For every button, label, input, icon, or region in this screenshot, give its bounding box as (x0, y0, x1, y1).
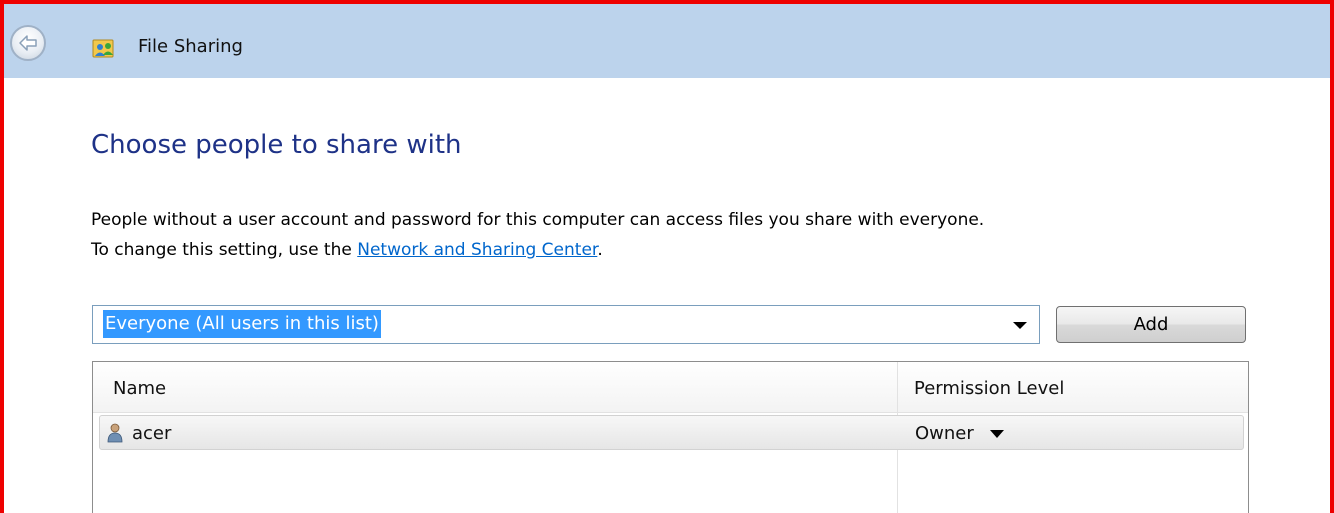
description-line-1: People without a user account and passwo… (91, 210, 985, 230)
people-sharing-icon (92, 37, 116, 59)
add-button[interactable]: Add (1056, 306, 1246, 343)
page-heading: Choose people to share with (91, 130, 462, 160)
column-header-permission-level[interactable]: Permission Level (914, 378, 1064, 399)
back-arrow-icon (19, 35, 37, 51)
title-bar: File Sharing (4, 4, 1330, 78)
share-list: Name Permission Level acer Owner (92, 361, 1249, 513)
window-title: File Sharing (138, 36, 243, 57)
description-line-2-suffix: . (597, 240, 603, 260)
user-select-value[interactable]: Everyone (All users in this list) (103, 310, 381, 338)
user-icon (107, 423, 123, 443)
description-line-2-prefix: To change this setting, use the (91, 240, 358, 260)
window-frame: File Sharing Choose people to share with… (0, 0, 1334, 513)
user-select-combobox[interactable]: Everyone (All users in this list) (92, 305, 1040, 344)
column-header-name[interactable]: Name (113, 378, 166, 399)
back-button[interactable] (10, 25, 46, 61)
permission-level-value[interactable]: Owner (915, 423, 974, 444)
network-sharing-center-link[interactable]: Network and Sharing Center (357, 240, 597, 260)
list-header: Name Permission Level (93, 362, 1248, 413)
user-name: acer (132, 423, 172, 444)
dropdown-arrow-icon[interactable] (1013, 322, 1027, 329)
description: People without a user account and passwo… (91, 205, 984, 265)
permission-dropdown-arrow-icon[interactable] (990, 430, 1004, 438)
list-row-acer[interactable]: acer Owner (99, 415, 1244, 450)
description-line-2: To change this setting, use the Network … (91, 235, 984, 265)
